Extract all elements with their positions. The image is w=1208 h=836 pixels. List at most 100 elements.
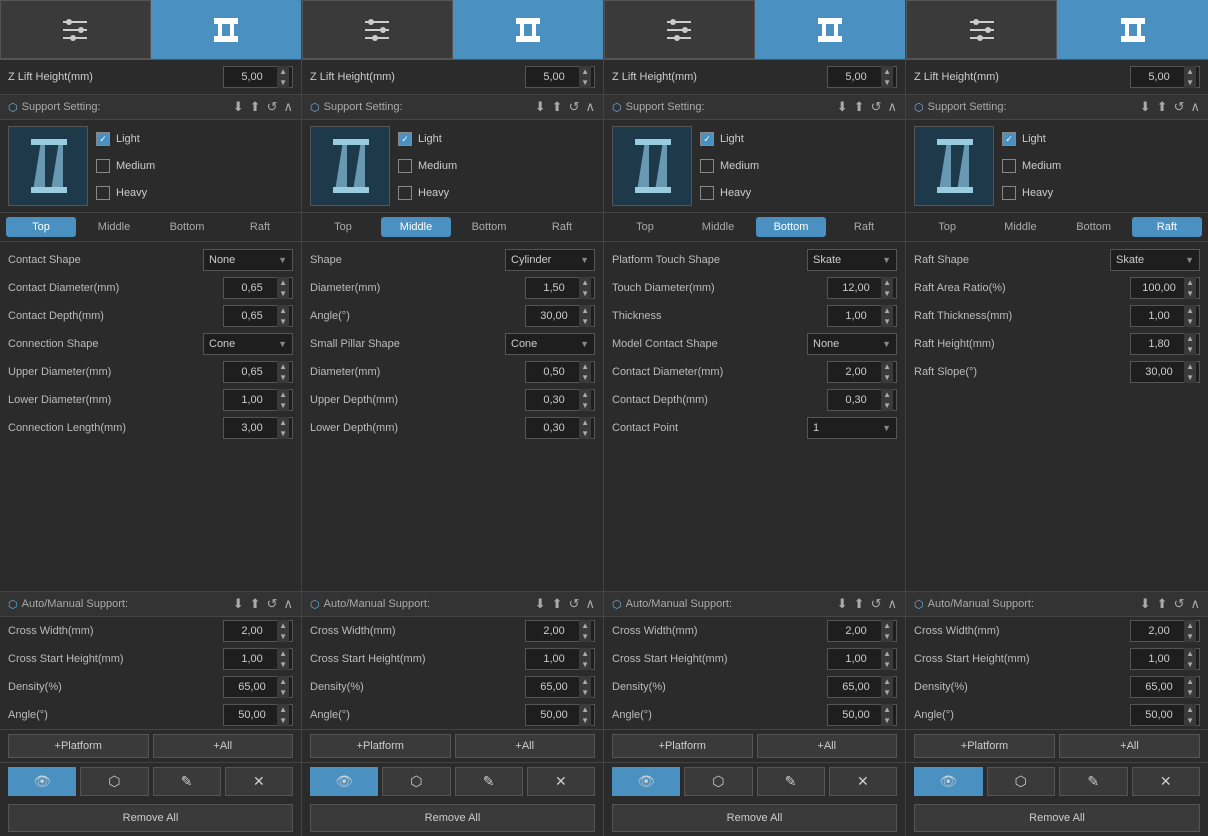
form-control-4[interactable]: 0,65 ▲ ▼ [223, 361, 293, 383]
increment-5[interactable]: ▲ [277, 389, 289, 400]
auto-spinners-0[interactable]: ▲ ▼ [277, 620, 289, 642]
decrement-1[interactable]: ▼ [579, 288, 591, 299]
increment-5[interactable]: ▲ [579, 389, 591, 400]
numbox-5[interactable]: 1,00 ▲ ▼ [223, 389, 293, 411]
decrement-2[interactable]: ▼ [277, 316, 289, 327]
decrement-4[interactable]: ▼ [1184, 372, 1196, 383]
numbox-5[interactable]: 0,30 ▲ ▼ [525, 389, 595, 411]
tab-middle[interactable]: Middle [381, 217, 451, 237]
dropdown-3[interactable]: None ▼ [807, 333, 897, 355]
auto-increment-1[interactable]: ▲ [881, 648, 893, 659]
form-control-3[interactable]: Cone ▼ [505, 333, 595, 355]
auto-spinners-2[interactable]: ▲ ▼ [277, 676, 289, 698]
support-option-heavy[interactable]: Heavy [1002, 186, 1200, 200]
dropdown-0[interactable]: None ▼ [203, 249, 293, 271]
form-control-5[interactable]: 0,30 ▲ ▼ [525, 389, 595, 411]
auto-numbox-2[interactable]: 65,00 ▲ ▼ [827, 676, 897, 698]
decrement-2[interactable]: ▼ [881, 316, 893, 327]
form-control-6[interactable]: 1 ▼ [807, 417, 897, 439]
zlift-decrement[interactable]: ▼ [579, 77, 591, 88]
numbox-2[interactable]: 0,65 ▲ ▼ [223, 305, 293, 327]
dropdown-3[interactable]: Cone ▼ [203, 333, 293, 355]
auto-control-0[interactable]: 2,00 ▲ ▼ [827, 620, 897, 642]
auto-control-0[interactable]: 2,00 ▲ ▼ [1130, 620, 1200, 642]
decrement-1[interactable]: ▼ [881, 288, 893, 299]
export-icon[interactable]: ⬆ [1157, 99, 1168, 115]
decrement-4[interactable]: ▼ [579, 372, 591, 383]
auto-spinners-2[interactable]: ▲ ▼ [1184, 676, 1196, 698]
tab-middle[interactable]: Middle [683, 217, 753, 237]
auto-increment-3[interactable]: ▲ [1184, 704, 1196, 715]
auto-numbox-1[interactable]: 1,00 ▲ ▼ [1130, 648, 1200, 670]
auto-numbox-1[interactable]: 1,00 ▲ ▼ [827, 648, 897, 670]
auto-decrement-2[interactable]: ▼ [1184, 687, 1196, 698]
auto-export-icon[interactable]: ⬆ [1157, 596, 1168, 612]
auto-spinners-2[interactable]: ▲ ▼ [881, 676, 893, 698]
auto-reset-icon[interactable]: ↺ [267, 596, 278, 612]
spinners-6[interactable]: ▲ ▼ [277, 417, 289, 439]
auto-decrement-0[interactable]: ▼ [881, 631, 893, 642]
auto-increment-1[interactable]: ▲ [1184, 648, 1196, 659]
increment-6[interactable]: ▲ [277, 417, 289, 428]
zlift-input[interactable]: 5,00 ▲ ▼ [1130, 66, 1200, 88]
form-control-1[interactable]: 12,00 ▲ ▼ [827, 277, 897, 299]
dropdown-6[interactable]: 1 ▼ [807, 417, 897, 439]
auto-import-icon[interactable]: ⬇ [535, 596, 546, 612]
tab-raft[interactable]: Raft [1132, 217, 1202, 237]
spinners-4[interactable]: ▲ ▼ [579, 361, 591, 383]
auto-spinners-1[interactable]: ▲ ▼ [881, 648, 893, 670]
spinners-4[interactable]: ▲ ▼ [277, 361, 289, 383]
auto-control-1[interactable]: 1,00 ▲ ▼ [1130, 648, 1200, 670]
auto-import-icon[interactable]: ⬇ [837, 596, 848, 612]
decrement-2[interactable]: ▼ [1184, 316, 1196, 327]
support-delete-icon[interactable]: ✕ [225, 767, 293, 796]
increment-2[interactable]: ▲ [881, 305, 893, 316]
auto-increment-0[interactable]: ▲ [277, 620, 289, 631]
support-delete-icon[interactable]: ✕ [1132, 767, 1201, 796]
tab-top[interactable]: Top [308, 217, 378, 237]
increment-1[interactable]: ▲ [579, 277, 591, 288]
auto-control-2[interactable]: 65,00 ▲ ▼ [525, 676, 595, 698]
form-control-0[interactable]: Skate ▼ [807, 249, 897, 271]
collapse-icon[interactable]: ∧ [887, 99, 897, 115]
auto-numbox-2[interactable]: 65,00 ▲ ▼ [525, 676, 595, 698]
decrement-1[interactable]: ▼ [277, 288, 289, 299]
auto-control-3[interactable]: 50,00 ▲ ▼ [1130, 704, 1200, 726]
decrement-6[interactable]: ▼ [277, 428, 289, 439]
form-control-1[interactable]: 1,50 ▲ ▼ [525, 277, 595, 299]
auto-spinners-1[interactable]: ▲ ▼ [579, 648, 591, 670]
spinners-5[interactable]: ▲ ▼ [579, 389, 591, 411]
form-control-3[interactable]: None ▼ [807, 333, 897, 355]
header-tab-settings[interactable] [0, 0, 151, 59]
radio-box-medium[interactable] [700, 159, 714, 173]
increment-3[interactable]: ▲ [1184, 333, 1196, 344]
radio-box-heavy[interactable] [1002, 186, 1016, 200]
numbox-2[interactable]: 1,00 ▲ ▼ [827, 305, 897, 327]
auto-decrement-0[interactable]: ▼ [579, 631, 591, 642]
auto-export-icon[interactable]: ⬆ [250, 596, 261, 612]
support-single-icon[interactable]: ⬡ [80, 767, 148, 796]
increment-2[interactable]: ▲ [277, 305, 289, 316]
dropdown-0[interactable]: Cylinder ▼ [505, 249, 595, 271]
spinners-1[interactable]: ▲ ▼ [881, 277, 893, 299]
auto-collapse-icon[interactable]: ∧ [283, 596, 293, 612]
increment-4[interactable]: ▲ [881, 361, 893, 372]
auto-export-icon[interactable]: ⬆ [552, 596, 563, 612]
numbox-5[interactable]: 0,30 ▲ ▼ [827, 389, 897, 411]
zlift-decrement[interactable]: ▼ [881, 77, 893, 88]
tab-raft[interactable]: Raft [225, 217, 295, 237]
auto-control-2[interactable]: 65,00 ▲ ▼ [827, 676, 897, 698]
dropdown-3[interactable]: Cone ▼ [505, 333, 595, 355]
radio-box-heavy[interactable] [700, 186, 714, 200]
tab-middle[interactable]: Middle [79, 217, 149, 237]
reset-icon[interactable]: ↺ [871, 99, 882, 115]
auto-decrement-3[interactable]: ▼ [881, 715, 893, 726]
numbox-4[interactable]: 2,00 ▲ ▼ [827, 361, 897, 383]
auto-increment-2[interactable]: ▲ [1184, 676, 1196, 687]
support-option-light[interactable]: ✓ Light [1002, 132, 1200, 146]
auto-increment-0[interactable]: ▲ [1184, 620, 1196, 631]
spinners-3[interactable]: ▲ ▼ [1184, 333, 1196, 355]
auto-control-3[interactable]: 50,00 ▲ ▼ [525, 704, 595, 726]
dropdown-0[interactable]: Skate ▼ [1110, 249, 1200, 271]
spinners-5[interactable]: ▲ ▼ [881, 389, 893, 411]
